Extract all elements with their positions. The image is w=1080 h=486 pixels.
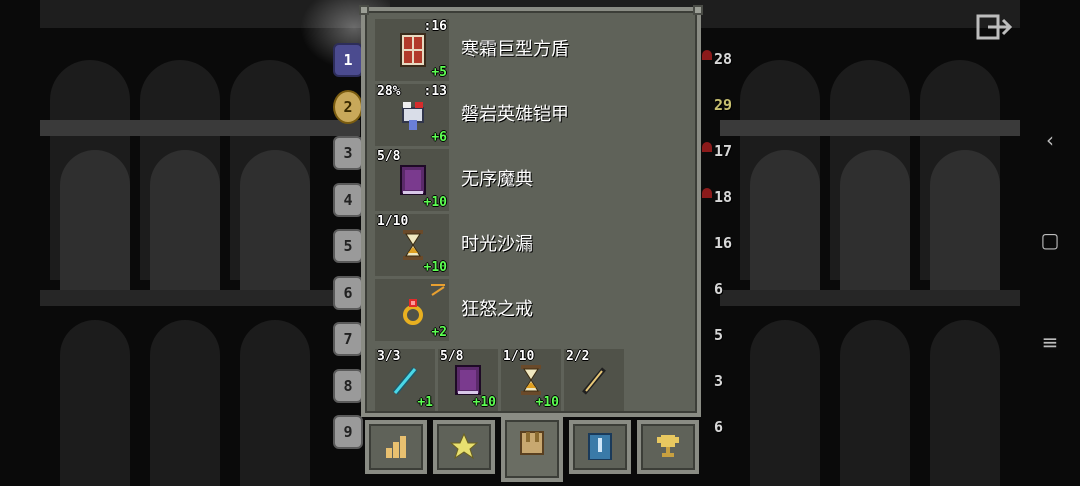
item-level: +6 [431,130,447,145]
depth-tab-1[interactable]: 1 [333,43,363,77]
depth-tab-6[interactable]: 6 [333,275,363,310]
depth-tab-3[interactable]: 3 [333,136,363,170]
stats-icon [386,436,406,458]
item-charge: 28% [377,84,401,99]
journal-icon [588,433,612,460]
item-charge: 5/8 [377,149,401,164]
depth-indicator: 16 [714,234,733,252]
equipment-row[interactable]: +2 狂怒之戒 [375,279,693,341]
item-level: +2 [431,325,447,340]
item-level: +10 [423,195,447,210]
depth-indicator: 5 [714,326,724,344]
equipment-row[interactable]: 1/10 +10 时光沙漏 [375,214,693,276]
backpack-slot[interactable]: 2/2 [564,349,624,411]
hourglass-icon [403,230,423,260]
item-charge: 3/3 [377,349,401,364]
inventory-icon [520,431,544,455]
hourglass-icon [521,365,541,395]
inventory-panel: :16 +5 寒霜巨型方盾 28% :13 +6 磐岩英雄铠甲 5/8 +10 无序魔典 1/10 +… [359,5,703,417]
tab-inventory[interactable] [501,416,563,482]
item-charge: 5/8 [440,349,464,364]
armor-icon [402,102,424,130]
item-name: 时光沙漏 [461,234,533,255]
backpack-row: 3/3 +1 5/8 +10 1/10 +10 2/2 [375,349,693,411]
depth-tab-5[interactable]: 5 [333,229,363,263]
item-name: 无序魔典 [461,169,533,190]
shield-icon [400,33,426,67]
depth-tab-4[interactable]: 4 [333,182,363,217]
weapon-status-icon [431,284,445,296]
depth-indicator: 29 [714,96,733,114]
depth-tab-7[interactable]: 7 [333,322,363,356]
tab-stats[interactable] [365,420,427,474]
wand-icon [392,367,418,395]
home-button[interactable]: ▢ [1030,228,1070,252]
ring-icon [403,299,423,325]
item-charge: 1/10 [377,214,409,229]
depth-indicator: 6 [714,418,724,436]
item-name: 磐岩英雄铠甲 [461,104,569,125]
depth-indicator: 6 [714,280,724,298]
depth-indicator: 28 [702,50,732,68]
equipment-row[interactable]: 5/8 +10 无序魔典 [375,149,693,211]
badges-icon [450,432,478,460]
equipment-row[interactable]: :16 +5 寒霜巨型方盾 [375,19,693,81]
item-name: 狂怒之戒 [461,299,533,320]
depth-tab-8[interactable]: 8 [333,368,363,403]
item-slot[interactable]: :16 +5 [375,19,449,81]
item-level: +5 [431,65,447,80]
depth-indicator: 3 [714,372,724,390]
tab-rankings[interactable] [637,420,699,474]
depth-indicator: 18 [702,188,732,206]
item-slot[interactable]: 28% :13 +6 [375,84,449,146]
item-level: +10 [535,395,559,410]
item-slot[interactable]: 5/8 +10 [375,149,449,211]
backpack-slot[interactable]: 3/3 +1 [375,349,435,411]
item-charge: 1/10 [503,349,535,364]
backpack-slot[interactable]: 5/8 +10 [438,349,498,411]
trophy-icon [657,435,679,457]
tab-journal[interactable] [569,420,631,474]
spellbook-icon [400,165,426,195]
item-name: 寒霜巨型方盾 [461,39,569,60]
depth-tab-9[interactable]: 9 [333,415,363,449]
item-level: +10 [423,260,447,275]
item-strength: :13 [423,84,447,99]
backpack-slot[interactable]: 1/10 +10 [501,349,561,411]
menu-button[interactable]: ≡ [1030,330,1070,354]
item-slot[interactable]: +2 [375,279,449,341]
depth-indicator: 17 [702,142,732,160]
item-level: +1 [417,395,433,410]
item-level: +10 [472,395,496,410]
exit-icon[interactable] [976,14,1014,40]
equipment-row[interactable]: 28% :13 +6 磐岩英雄铠甲 [375,84,693,146]
tab-badges[interactable] [433,420,495,474]
item-strength: :16 [423,19,447,34]
dart-icon [582,367,606,395]
back-button[interactable]: ‹ [1030,128,1070,152]
item-slot[interactable]: 1/10 +10 [375,214,449,276]
item-charge: 2/2 [566,349,590,364]
spellbook-icon [455,365,481,395]
depth-tab-2[interactable]: 2 [333,89,363,124]
